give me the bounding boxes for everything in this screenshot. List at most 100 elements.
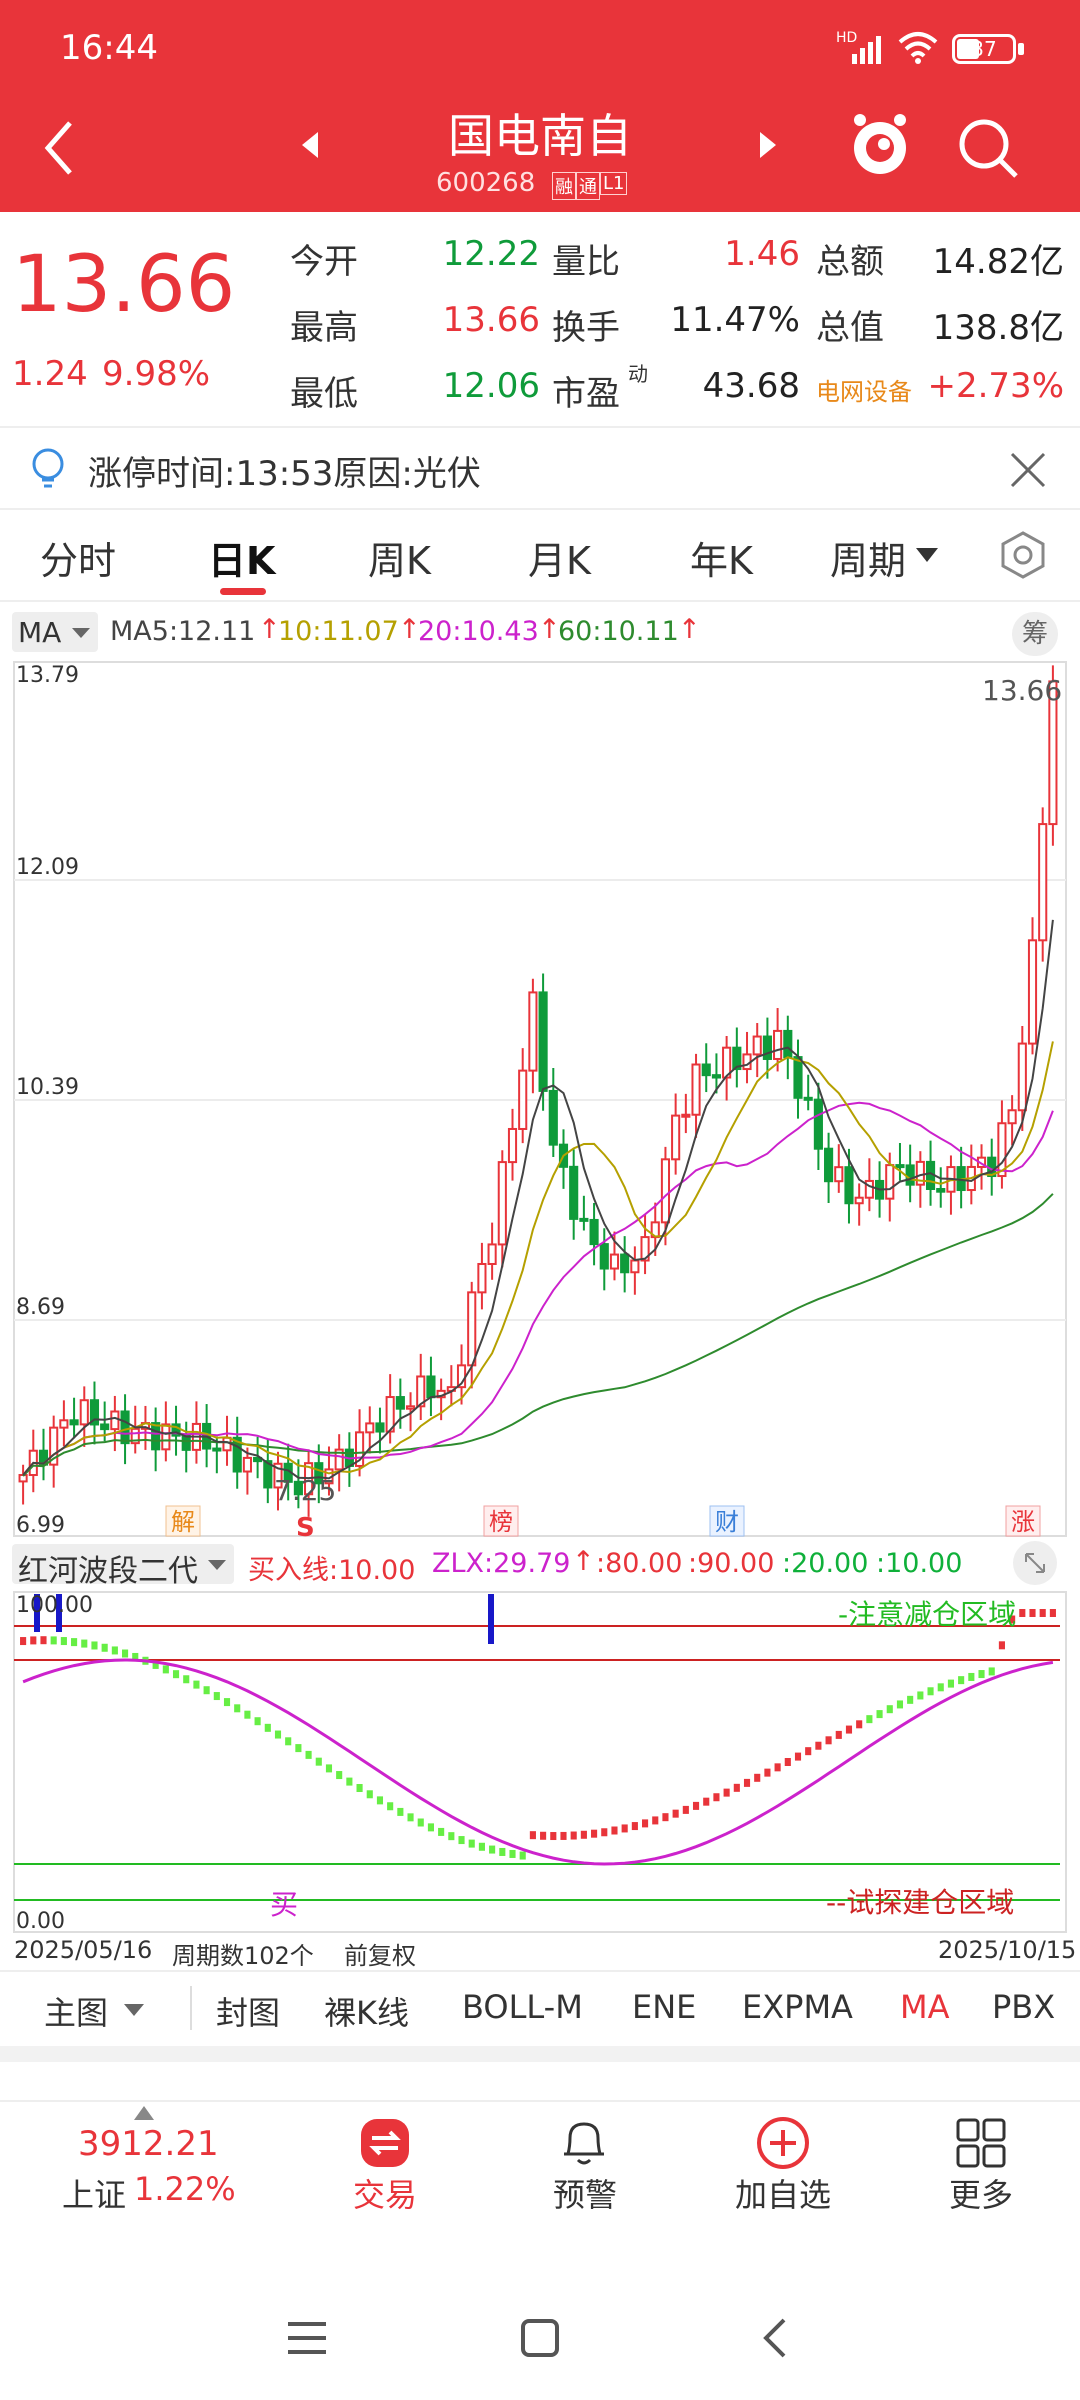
- indicator-bar: [213, 1692, 220, 1701]
- func-tab-expma[interactable]: EXPMA: [742, 1988, 853, 2026]
- tab-weekly-k[interactable]: 周K: [368, 530, 431, 585]
- app-header: 16:44 HD 37 国电南自 600268 融 通 L1: [0, 0, 1080, 212]
- event-financial[interactable]: 财: [715, 1508, 739, 1536]
- low-label: 最低: [290, 374, 358, 414]
- sector-name[interactable]: 电网设备: [816, 372, 912, 407]
- chip-distribution-button[interactable]: 筹: [1012, 612, 1058, 656]
- buy-line-value: 买入线:10.00: [248, 1555, 416, 1586]
- func-tab-boll-m[interactable]: BOLL-M: [462, 1988, 583, 2026]
- indicator-bar: [193, 1680, 200, 1689]
- ma20-value: 20:10.43: [418, 616, 539, 647]
- battery-icon: 37: [952, 34, 1016, 64]
- tab-yearly-k[interactable]: 年K: [690, 530, 753, 585]
- nav-add-watchlist[interactable]: 加自选: [703, 2170, 863, 2216]
- index-value[interactable]: 3912.21: [78, 2124, 219, 2164]
- index-pct[interactable]: 1.22%: [134, 2170, 236, 2208]
- prev-stock-icon[interactable]: [298, 130, 322, 160]
- candle-body: [497, 1161, 507, 1246]
- indicator-bar: [274, 1730, 282, 1739]
- indicator-bar: [631, 1822, 638, 1831]
- home-icon[interactable]: [520, 2318, 560, 2358]
- func-tab-bare-k[interactable]: 裸K线: [324, 1988, 409, 2034]
- tab-period[interactable]: 周期: [830, 530, 906, 585]
- bell-icon[interactable]: [558, 2116, 610, 2170]
- indicator-chart[interactable]: 100.00 0.00 -注意减仓区域 --试探建仓区域 买: [0, 1590, 1080, 1936]
- close-icon[interactable]: [1008, 450, 1048, 490]
- buy-signal: 买: [270, 1888, 298, 1921]
- candle-body: [365, 1422, 375, 1434]
- high-value: 13.66: [442, 300, 540, 340]
- up-arrow-icon: ↑: [572, 1546, 595, 1577]
- grid-more-icon[interactable]: [956, 2118, 1006, 2168]
- ma-select[interactable]: MA: [12, 612, 98, 652]
- nav-trade[interactable]: 交易: [305, 2170, 465, 2216]
- indicator-select[interactable]: 红河波段二代: [12, 1544, 234, 1589]
- high-price-label: 13.66: [982, 674, 1062, 707]
- indicator-bottom-label: 0.00: [16, 1909, 65, 1934]
- chevron-down-icon[interactable]: [124, 2004, 144, 2016]
- adjust-mode[interactable]: 前复权: [344, 1936, 416, 1971]
- nav-more[interactable]: 更多: [901, 2170, 1061, 2216]
- tab-intraday[interactable]: 分时: [40, 530, 116, 585]
- event-limit-up[interactable]: 涨: [1011, 1508, 1035, 1536]
- low-value: 12.06: [442, 366, 540, 406]
- event-unlock[interactable]: 解: [171, 1508, 195, 1536]
- main-chart-select[interactable]: 主图: [44, 1988, 108, 2034]
- chevron-down-icon[interactable]: [916, 548, 938, 562]
- candle-body: [803, 1096, 813, 1101]
- tab-monthly-k[interactable]: 月K: [528, 530, 591, 585]
- func-tab-ene[interactable]: ENE: [632, 1988, 696, 2026]
- indicator-bar: [254, 1717, 261, 1726]
- add-watchlist-icon[interactable]: [756, 2116, 810, 2170]
- candle-body: [834, 1166, 844, 1183]
- menu-icon[interactable]: [286, 2320, 328, 2356]
- next-stock-icon[interactable]: [756, 130, 780, 160]
- indicator-bar: [947, 1679, 954, 1688]
- event-billboard[interactable]: 榜: [489, 1508, 513, 1536]
- indicator-bar: [458, 1836, 465, 1845]
- indicator-bar: [723, 1788, 730, 1797]
- connect-badge: 通: [576, 172, 600, 200]
- indicator-bar: [346, 1777, 353, 1786]
- func-tab-pbx[interactable]: PBX: [992, 1988, 1055, 2026]
- sector-change[interactable]: +2.73%: [900, 366, 1065, 406]
- chevron-down-icon[interactable]: [72, 628, 90, 638]
- nav-alert[interactable]: 预警: [505, 2170, 665, 2216]
- indicator-bar: [30, 1636, 37, 1645]
- chevron-down-icon[interactable]: [208, 1560, 226, 1570]
- trade-icon[interactable]: [360, 2118, 410, 2168]
- candle-body: [242, 1456, 252, 1473]
- k-line-chart[interactable]: 13.79 12.09 10.39 8.69 6.99 13.66 7.25 解…: [0, 660, 1080, 1540]
- candle-body: [405, 1405, 416, 1410]
- tab-daily-k[interactable]: 日K: [208, 530, 275, 585]
- func-tab-seal[interactable]: 封图: [216, 1988, 280, 2034]
- indicator-bar: [988, 1667, 995, 1676]
- settings-hexagon-icon[interactable]: [998, 530, 1048, 580]
- indicator-bar: [1039, 1609, 1046, 1617]
- expand-icon[interactable]: [1012, 1540, 1058, 1586]
- indicator-bar: [427, 1823, 434, 1832]
- y-label-4: 8.69: [16, 1295, 65, 1320]
- indicator-bar: [448, 1832, 455, 1841]
- indicator-bar: [907, 1695, 914, 1704]
- search-icon[interactable]: [956, 116, 1020, 180]
- y-label-3: 10.39: [16, 1075, 79, 1100]
- mascot-icon[interactable]: [848, 110, 912, 182]
- limit-up-notice[interactable]: 涨停时间:13:53原因:光伏: [88, 446, 481, 495]
- index-name[interactable]: 上证: [62, 2170, 126, 2216]
- candle-body: [671, 1114, 681, 1161]
- candle-body: [854, 1196, 864, 1205]
- candle-body: [936, 1188, 946, 1193]
- indicator-bar: [417, 1818, 424, 1827]
- func-tab-ma[interactable]: MA: [900, 1988, 950, 2026]
- system-back-icon[interactable]: [760, 2316, 790, 2360]
- indicator-bar: [40, 1636, 47, 1645]
- event-sell-signal[interactable]: S: [296, 1513, 315, 1540]
- back-icon[interactable]: [40, 118, 80, 178]
- indicator-bar: [978, 1670, 985, 1679]
- ma60-value: 60:10.11: [558, 616, 679, 647]
- open-label: 今开: [290, 242, 358, 282]
- indicator-bar: [91, 1641, 98, 1650]
- candle-body: [773, 1029, 783, 1060]
- candle-body: [620, 1253, 630, 1274]
